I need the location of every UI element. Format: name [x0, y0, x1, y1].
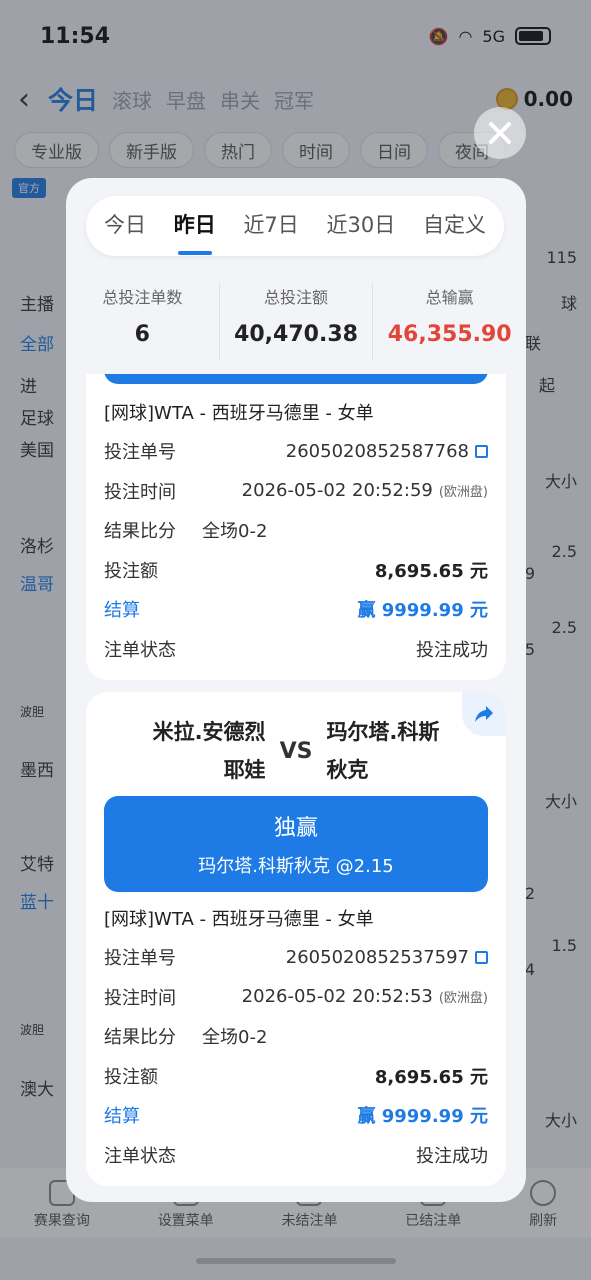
bet-league: [网球]WTA - 西班牙马德里 - 女单	[104, 898, 488, 938]
bet-details: [网球]WTA - 西班牙马德里 - 女单 投注单号 2605020852537…	[104, 898, 488, 1175]
order-no-value: 2605020852587768	[285, 440, 469, 462]
close-button[interactable]	[474, 107, 526, 159]
settle-label: 结算	[104, 1106, 140, 1128]
bet-time-row: 投注时间 2026-05-02 20:52:59 (欧洲盘)	[104, 471, 488, 511]
bet-time-value: 2026-05-02 20:52:53	[241, 986, 433, 1008]
stake-row: 投注额 8,695.65 元	[104, 550, 488, 590]
summary-row: 总投注单数 6 总投注额 40,470.38 总输赢 46,355.90	[66, 284, 526, 360]
bet-time-row: 投注时间 2026-05-02 20:52:53 (欧洲盘)	[104, 977, 488, 1017]
bet-history-modal: 今日 昨日 近7日 近30日 自定义 总投注单数 6 总投注额 40,470.3…	[66, 178, 526, 1202]
score-row: 结果比分 全场0-2	[104, 1017, 488, 1057]
settle-row: 结算 赢 9999.99 元	[104, 1096, 488, 1136]
date-tab-custom[interactable]: 自定义	[423, 209, 486, 243]
settle-value: 赢 9999.99 元	[357, 1106, 488, 1128]
stake-value: 8,695.65 元	[374, 1066, 488, 1088]
status-value: 投注成功	[416, 1145, 488, 1167]
matchup: 米拉.安德烈 耶娃 VS 玛尔塔.科斯 秋克	[86, 708, 506, 794]
score-value: 全场0-2	[202, 521, 268, 543]
summary-winloss: 总输赢 46,355.90	[373, 284, 526, 360]
away-team: 玛尔塔.科斯 秋克	[326, 713, 472, 789]
bet-details: [网球]WTA - 西班牙马德里 - 女单 投注单号 2605020852587…	[104, 392, 488, 669]
summary-winloss-value: 46,355.90	[387, 322, 512, 347]
settle-value: 赢 9999.99 元	[357, 600, 488, 622]
status-value: 投注成功	[416, 639, 488, 661]
order-no-row: 投注单号 2605020852587768	[104, 432, 488, 472]
stake-row: 投注额 8,695.65 元	[104, 1056, 488, 1096]
summary-winloss-label: 总输赢	[425, 288, 474, 307]
summary-amount-value: 40,470.38	[234, 322, 358, 347]
status-row: 注单状态 投注成功	[104, 629, 488, 669]
summary-amount-label: 总投注额	[264, 288, 329, 307]
score-label: 结果比分	[104, 1027, 176, 1049]
order-no-row: 投注单号 2605020852537597	[104, 938, 488, 978]
league-text: [网球]WTA - 西班牙马德里 - 女单	[104, 402, 374, 424]
summary-count-label: 总投注单数	[102, 288, 183, 307]
score-value: 全场0-2	[202, 1027, 268, 1049]
bet-type-box	[104, 374, 488, 384]
bet-type: 独赢	[273, 816, 318, 841]
score-label: 结果比分	[104, 521, 176, 543]
status-label: 注单状态	[104, 1145, 176, 1167]
vs-label: VS	[279, 738, 313, 764]
stake-label: 投注额	[104, 1066, 158, 1088]
bet-list[interactable]: [网球]WTA - 西班牙马德里 - 女单 投注单号 2605020852587…	[66, 374, 526, 1202]
status-label: 注单状态	[104, 639, 176, 661]
settle-row: 结算 赢 9999.99 元	[104, 590, 488, 630]
stake-value: 8,695.65 元	[374, 560, 488, 582]
date-range-tabs: 今日 昨日 近7日 近30日 自定义	[86, 196, 504, 256]
status-row: 注单状态 投注成功	[104, 1135, 488, 1175]
bet-type-box: 独赢 玛尔塔.科斯秋克 @2.15	[104, 796, 488, 892]
copy-icon[interactable]	[475, 950, 488, 964]
date-tab-today[interactable]: 今日	[104, 209, 146, 243]
home-team-line: 耶娃	[223, 758, 266, 782]
home-team-line: 米拉.安德烈	[152, 720, 266, 744]
date-tab-30days[interactable]: 近30日	[327, 209, 396, 243]
summary-count-value: 6	[134, 322, 150, 347]
date-tab-7days[interactable]: 近7日	[243, 209, 298, 243]
bet-pick: 玛尔塔.科斯秋克 @2.15	[198, 856, 394, 877]
order-no-label: 投注单号	[104, 442, 176, 464]
bet-card: 米拉.安德烈 耶娃 VS 玛尔塔.科斯 秋克 独赢 玛尔塔.科斯秋克 @2.15…	[86, 692, 506, 1186]
stake-label: 投注额	[104, 560, 158, 582]
settle-label: 结算	[104, 600, 140, 622]
summary-count: 总投注单数 6	[66, 284, 220, 360]
home-team: 米拉.安德烈 耶娃	[120, 713, 266, 789]
bet-time-label: 投注时间	[104, 481, 176, 503]
league-text: [网球]WTA - 西班牙马德里 - 女单	[104, 908, 374, 930]
market-tag: (欧洲盘)	[438, 485, 488, 501]
score-row: 结果比分 全场0-2	[104, 511, 488, 551]
date-tab-yesterday[interactable]: 昨日	[174, 209, 216, 255]
bet-time-label: 投注时间	[104, 987, 176, 1009]
order-no-label: 投注单号	[104, 948, 176, 970]
bet-league: [网球]WTA - 西班牙马德里 - 女单	[104, 392, 488, 432]
bet-time-value: 2026-05-02 20:52:59	[241, 480, 433, 502]
bet-card: [网球]WTA - 西班牙马德里 - 女单 投注单号 2605020852587…	[86, 374, 506, 680]
away-team-line: 秋克	[326, 758, 369, 782]
order-no-value: 2605020852537597	[285, 946, 469, 968]
copy-icon[interactable]	[475, 444, 488, 458]
away-team-line: 玛尔塔.科斯	[326, 720, 440, 744]
market-tag: (欧洲盘)	[438, 991, 488, 1007]
close-icon	[489, 122, 511, 144]
summary-amount: 总投注额 40,470.38	[220, 284, 374, 360]
